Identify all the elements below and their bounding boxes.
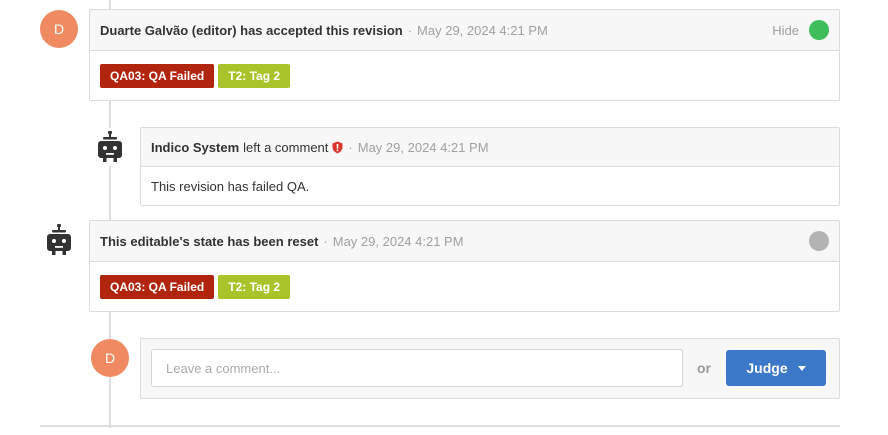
tag-list: QA03: QA Failed T2: Tag 2 xyxy=(100,64,829,88)
comment-composer: or Judge xyxy=(140,338,840,399)
comment-header: Indico System left a comment · May 29, 2… xyxy=(141,128,839,167)
tag-list: QA03: QA Failed T2: Tag 2 xyxy=(100,275,829,299)
judge-button[interactable]: Judge xyxy=(726,350,826,386)
judge-label: Judge xyxy=(746,360,788,376)
bottom-divider xyxy=(40,425,840,427)
hide-link[interactable]: Hide xyxy=(772,23,799,38)
comment-body: This revision has failed QA. xyxy=(141,167,839,206)
comment-box: Indico System left a comment · May 29, 2… xyxy=(140,127,840,206)
status-indicator-reset xyxy=(809,231,829,251)
comment-input[interactable] xyxy=(151,349,683,387)
caret-down-icon xyxy=(797,365,806,371)
shield-icon xyxy=(332,141,343,154)
robot-icon xyxy=(47,224,71,255)
timestamp: May 29, 2024 4:21 PM xyxy=(332,233,464,249)
robot-icon xyxy=(98,131,122,162)
tag-qa-failed: QA03: QA Failed xyxy=(100,275,215,299)
tag-tag-2: T2: Tag 2 xyxy=(218,64,291,88)
revision-header: Duarte Galvão (editor) has accepted this… xyxy=(90,10,839,51)
separator: · xyxy=(348,139,353,155)
or-label: or xyxy=(697,360,711,376)
status-indicator-accepted xyxy=(809,20,829,40)
revision-author-text: Duarte Galvão (editor) has accepted this… xyxy=(100,22,403,38)
separator: · xyxy=(407,22,413,38)
separator: · xyxy=(323,233,328,249)
tag-tag-2: T2: Tag 2 xyxy=(218,275,291,299)
tag-qa-failed: QA03: QA Failed xyxy=(100,64,215,88)
revision-accepted-box: Duarte Galvão (editor) has accepted this… xyxy=(89,9,840,101)
robot-avatar xyxy=(40,221,78,259)
avatar-letter: D xyxy=(104,350,116,366)
timestamp: May 29, 2024 4:21 PM xyxy=(417,22,548,38)
robot-avatar xyxy=(91,128,129,166)
comment-text: This revision has failed QA. xyxy=(151,179,310,194)
comment-action: left a comment xyxy=(243,139,329,155)
avatar: D xyxy=(40,10,78,48)
state-reset-box: This editable's state has been reset · M… xyxy=(89,220,840,312)
timestamp: May 29, 2024 4:21 PM xyxy=(357,139,489,155)
avatar: D xyxy=(91,339,129,377)
avatar-letter: D xyxy=(53,21,65,37)
comment-author: Indico System xyxy=(151,139,240,155)
reset-header: This editable's state has been reset · M… xyxy=(90,221,839,262)
reset-title: This editable's state has been reset xyxy=(100,233,319,249)
